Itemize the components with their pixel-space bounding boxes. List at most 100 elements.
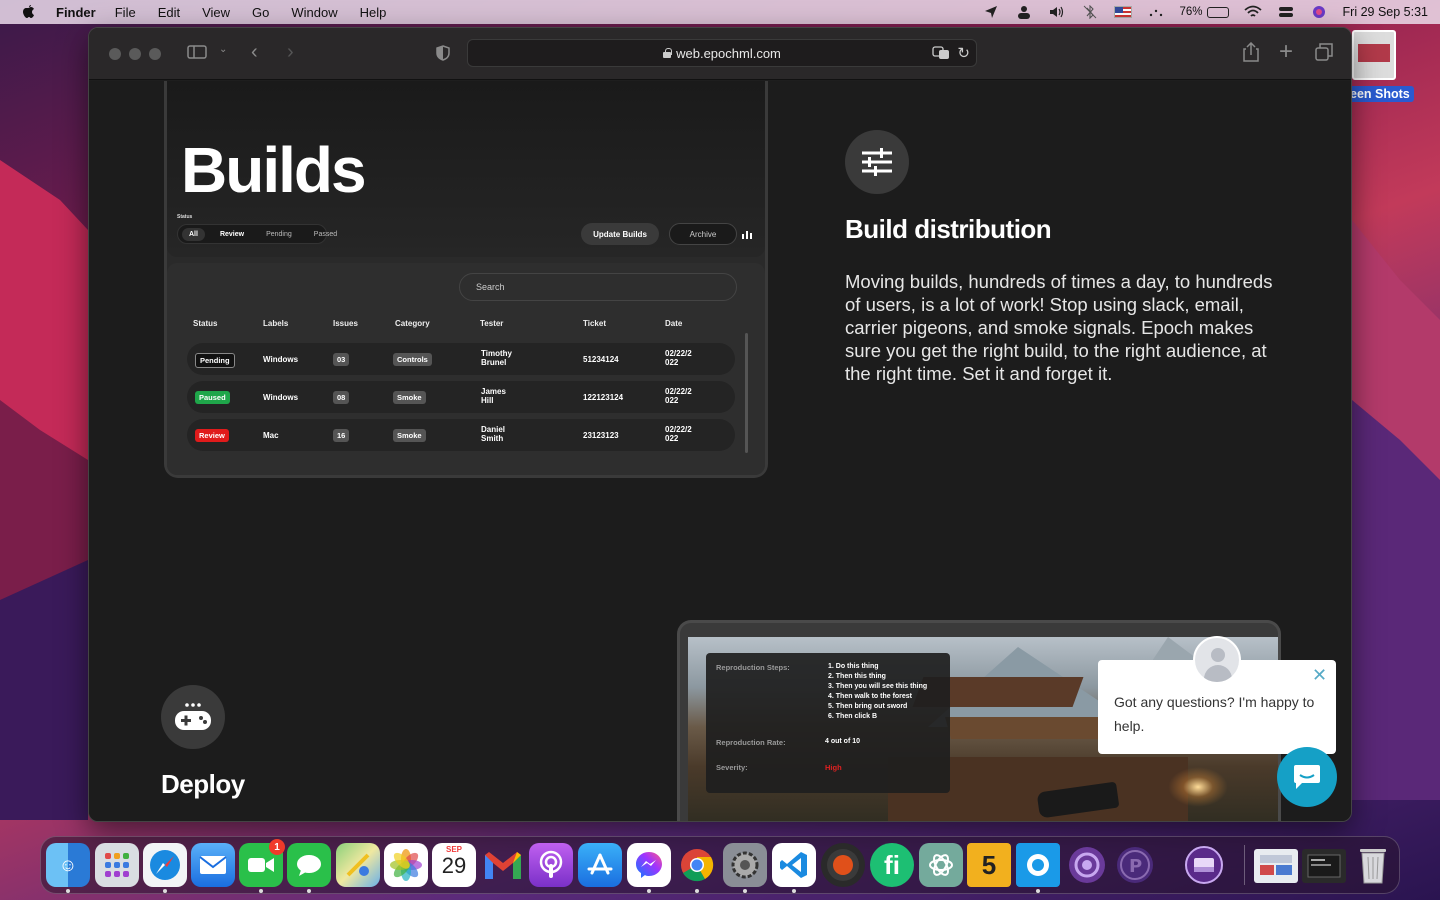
chat-launcher-button[interactable] — [1277, 747, 1337, 807]
finder-icon[interactable]: ☺ — [46, 843, 90, 887]
location-icon[interactable] — [982, 5, 1000, 19]
mail-icon[interactable] — [191, 843, 235, 887]
reload-icon[interactable]: ↻ — [957, 44, 970, 62]
table-row[interactable]: Review Mac 16 Smoke Daniel Smith 23123123… — [187, 419, 735, 451]
vscode-icon[interactable] — [772, 843, 816, 887]
date-line-1: 02/22/2 — [665, 349, 692, 358]
builds-search-input[interactable]: Search — [459, 273, 737, 301]
volume-icon[interactable] — [1048, 5, 1066, 19]
row-issues: 08 — [333, 391, 350, 404]
address-bar[interactable]: web.epochml.com ↻ — [467, 39, 977, 67]
page-content: Builds Status All Review Pending Passed … — [89, 81, 1351, 821]
filter-all[interactable]: All — [182, 227, 205, 241]
safari-window: ⌄ ‹ › web.epochml.com ↻ + Builds Status — [88, 27, 1352, 822]
tester-last-name: Hill — [481, 396, 494, 405]
battery-status[interactable]: 76% — [1180, 6, 1229, 18]
tab-overview-icon[interactable] — [1315, 43, 1333, 66]
close-icon[interactable]: ✕ — [1312, 666, 1327, 684]
filter-review[interactable]: Review — [213, 228, 251, 241]
disk-icon[interactable] — [1182, 843, 1226, 887]
archive-button[interactable]: Archive — [669, 223, 737, 245]
dock: ☺ 1 SEP 29 fi 5 P — [40, 836, 1400, 894]
user-icon[interactable] — [1015, 5, 1033, 19]
deploy-title: Deploy — [161, 769, 245, 799]
date-line-1: 02/22/2 — [665, 425, 692, 434]
new-tab-icon[interactable]: + — [1279, 38, 1293, 66]
menu-clock[interactable]: Fri 29 Sep 5:31 — [1343, 5, 1428, 19]
five-icon[interactable]: 5 — [967, 843, 1011, 887]
wifi-icon[interactable] — [1243, 5, 1262, 19]
menu-go[interactable]: Go — [252, 5, 269, 20]
gmail-icon[interactable] — [481, 843, 525, 887]
repro-step: 2. Then this thing — [828, 673, 886, 680]
browser-toolbar: ⌄ ‹ › web.epochml.com ↻ + — [89, 28, 1351, 80]
calendar-day: 29 — [441, 853, 467, 878]
privacy-shield-icon[interactable] — [436, 45, 450, 66]
table-scrollbar[interactable] — [745, 333, 748, 453]
launchpad-icon[interactable] — [95, 843, 139, 887]
control-dots-icon[interactable] — [1147, 5, 1165, 19]
screenrec-icon[interactable] — [1016, 843, 1060, 887]
siri-icon[interactable] — [1310, 5, 1328, 19]
tester-last-name: Smith — [481, 434, 504, 443]
trash-icon[interactable] — [1351, 843, 1395, 887]
translate-icon[interactable] — [932, 46, 950, 63]
minimize-window-button[interactable] — [129, 48, 141, 60]
chart-icon[interactable] — [741, 228, 753, 240]
fiverr-icon[interactable]: fi — [870, 843, 914, 887]
builds-header: Builds Status All Review Pending Passed … — [167, 81, 765, 257]
date-line-2: 022 — [665, 358, 679, 367]
zoom-window-button[interactable] — [149, 48, 161, 60]
facetime-icon[interactable]: 1 — [239, 839, 285, 887]
back-icon[interactable]: ‹ — [251, 41, 258, 64]
bluetooth-icon[interactable] — [1081, 5, 1099, 19]
tester-first-name: Daniel — [481, 425, 506, 434]
share-icon[interactable] — [1243, 41, 1259, 67]
safari-icon[interactable] — [143, 843, 187, 887]
row-category: Controls — [393, 353, 432, 366]
input-source-flag-icon[interactable] — [1113, 6, 1132, 18]
chevron-down-icon[interactable]: ⌄ — [219, 44, 227, 55]
date-line-1: 02/22/2 — [665, 387, 692, 396]
lock-icon — [663, 48, 672, 58]
builds-title: Builds — [181, 134, 367, 206]
table-row[interactable]: Pending Windows 03 Controls Timothy Brune… — [187, 343, 735, 375]
system-preferences-icon[interactable] — [723, 843, 767, 887]
app-store-icon[interactable] — [578, 843, 622, 887]
forward-icon[interactable]: › — [287, 41, 294, 64]
menu-app-name[interactable]: Finder — [56, 5, 96, 20]
messages-icon[interactable] — [287, 843, 331, 887]
obs-icon[interactable] — [821, 843, 865, 887]
preview-icon[interactable] — [1254, 849, 1298, 883]
tester-first-name: James — [481, 387, 506, 396]
chat-bubble-icon — [1294, 765, 1320, 789]
photos-icon[interactable] — [384, 843, 428, 887]
terminal-icon[interactable] — [1302, 849, 1346, 883]
screenshots-folder-thumbnail[interactable] — [1352, 30, 1396, 80]
dock-separator — [1244, 845, 1245, 885]
chrome-icon[interactable] — [675, 843, 719, 887]
table-row[interactable]: Paused Windows 08 Smoke James Hill 122123… — [187, 381, 735, 413]
update-builds-button[interactable]: Update Builds — [581, 223, 659, 245]
chatgpt-icon[interactable] — [919, 843, 963, 887]
control-center-icon[interactable] — [1277, 5, 1295, 19]
menu-help[interactable]: Help — [360, 5, 387, 20]
close-window-button[interactable] — [109, 48, 121, 60]
menu-edit[interactable]: Edit — [158, 5, 180, 20]
apple-icon[interactable] — [20, 4, 36, 20]
menu-file[interactable]: File — [115, 5, 136, 20]
filter-passed[interactable]: Passed — [307, 228, 344, 241]
podcast-app-icon[interactable] — [1065, 843, 1109, 887]
filter-pending[interactable]: Pending — [259, 228, 299, 241]
menu-view[interactable]: View — [202, 5, 230, 20]
screenshots-folder-label[interactable]: een Shots — [1346, 86, 1414, 102]
sidebar-toggle-icon[interactable] — [187, 44, 207, 65]
p-app-icon[interactable]: P — [1113, 843, 1157, 887]
messenger-icon[interactable] — [627, 843, 671, 887]
row-label: Windows — [263, 355, 299, 364]
row-ticket: 122123124 — [583, 393, 624, 402]
calendar-icon[interactable]: SEP 29 — [432, 843, 476, 887]
maps-icon[interactable] — [336, 843, 380, 887]
menu-window[interactable]: Window — [291, 5, 337, 20]
podcasts-icon[interactable] — [529, 843, 573, 887]
